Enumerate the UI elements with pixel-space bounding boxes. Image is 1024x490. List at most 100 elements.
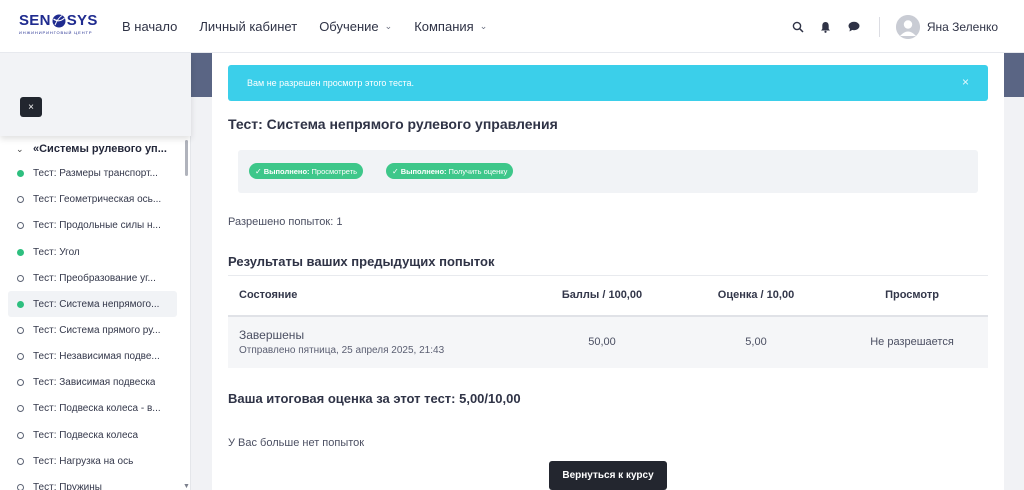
drawer-header: × (0, 53, 191, 136)
close-icon[interactable]: × (962, 75, 969, 89)
table-header-row: Состояние Баллы / 100,00 Оценка / 10,00 … (228, 275, 988, 317)
course-index-item-label: Тест: Нагрузка на ось (33, 455, 134, 467)
course-index-item[interactable]: Тест: Угол (0, 240, 185, 264)
course-index-item[interactable]: Тест: Зависимая подвеска (0, 370, 185, 394)
completion-dot-icon (17, 300, 24, 308)
course-index-item-label: Тест: Подвеска колеса - в... (33, 402, 161, 414)
close-drawer-button[interactable]: × (20, 97, 42, 117)
logo[interactable]: SEN SYS ИНЖИНИРИНГОВЫЙ ЦЕНТР (19, 13, 104, 39)
no-more-attempts: У Вас больше нет попыток (228, 437, 365, 449)
completion-label: Получить оценку (448, 166, 508, 176)
completion-dot-icon (17, 378, 24, 386)
cell-grade: 5,00 (676, 315, 836, 368)
chevron-down-icon: ⌄ (479, 21, 488, 31)
nav-cabinet-link[interactable]: Личный кабинет (199, 19, 297, 34)
cell-review: Не разрешается (836, 315, 988, 368)
course-index-item-label: Тест: Независимая подве... (33, 350, 160, 362)
alert-notification: Вам не разрешен просмотр этого теста. × (228, 65, 988, 101)
main-content: Вам не разрешен просмотр этого теста. × … (212, 53, 1004, 490)
course-index-item-active[interactable]: Тест: Система непрямого... (8, 291, 177, 317)
check-icon: ✓ (392, 166, 399, 176)
course-index-item-label: Тест: Продольные силы н... (33, 219, 161, 231)
column-header-grade: Оценка / 10,00 (676, 275, 836, 317)
completion-badge-grade: ✓ Выполнено: Получить оценку (386, 163, 514, 179)
completion-status: Выполнено: (400, 166, 447, 176)
course-index-item[interactable]: Тест: Размеры транспорт... (0, 161, 185, 185)
column-header-marks: Баллы / 100,00 (528, 275, 676, 317)
search-icon[interactable] (791, 20, 805, 34)
primary-navigation: В начало Личный кабинет Обучение ⌄ Компан… (122, 0, 509, 53)
column-header-review: Просмотр (836, 275, 988, 317)
completion-dot-icon (17, 274, 24, 282)
course-index-item-label: Тест: Подвеска колеса (33, 429, 139, 441)
nav-learning-dropdown[interactable]: Обучение ⌄ (319, 19, 392, 34)
completion-dot-icon (17, 248, 24, 256)
close-icon: × (28, 101, 34, 113)
nav-home-label: В начало (122, 19, 178, 34)
course-index-item-label: Тест: Зависимая подвеска (33, 376, 156, 388)
scroll-down-arrow-icon[interactable]: ▼ (183, 483, 190, 490)
course-index-item-label: Тест: Система прямого ру... (33, 324, 161, 336)
nav-company-dropdown[interactable]: Компания ⌄ (414, 19, 487, 34)
user-name[interactable]: Яна Зеленко (927, 20, 998, 34)
user-avatar[interactable] (895, 14, 920, 39)
course-index-item[interactable]: Тест: Подвеска колеса (0, 423, 185, 447)
course-section-title: «Системы рулевого уп... (33, 143, 167, 155)
chevron-down-icon: ⌄ (16, 143, 24, 154)
column-header-state: Состояние (228, 275, 528, 317)
nav-learning-label: Обучение (319, 19, 379, 34)
course-index-item[interactable]: Тест: Геометрическая ось... (0, 187, 185, 211)
bell-icon[interactable] (819, 20, 833, 34)
chat-icon[interactable] (847, 20, 861, 34)
course-index-item[interactable]: Тест: Система прямого ру... (0, 318, 185, 342)
results-heading: Результаты ваших предыдущих попыток (228, 254, 495, 269)
completion-dot-icon (17, 483, 24, 490)
nav-home-link[interactable]: В начало (122, 19, 177, 34)
completion-dot-icon (17, 457, 24, 465)
completion-dot-icon (17, 352, 24, 360)
course-index-item-label: Тест: Преобразование уг... (33, 272, 156, 284)
course-index-item-label: Тест: Пружины (33, 481, 102, 490)
course-index-item[interactable]: Тест: Подвеска колеса - в... (0, 396, 185, 420)
drawer-scrollbar[interactable]: ▼ (183, 136, 190, 490)
cell-marks: 50,00 (528, 315, 676, 368)
course-index-item[interactable]: Тест: Преобразование уг... (0, 266, 185, 290)
completion-dot-icon (17, 169, 24, 177)
course-index-item-label: Тест: Геометрическая ось... (33, 193, 162, 205)
completion-dot-icon (17, 431, 24, 439)
course-section-toggle[interactable]: ⌄ «Системы рулевого уп... (0, 140, 185, 158)
page-title: Тест: Система непрямого рулевого управле… (228, 116, 558, 132)
course-index-item[interactable]: Тест: Нагрузка на ось (0, 449, 185, 473)
completion-badge-view: ✓ Выполнено: Просмотреть (249, 163, 364, 179)
attempts-table: Состояние Баллы / 100,00 Оценка / 10,00 … (228, 275, 988, 368)
table-row: Завершены Отправлено пятница, 25 апреля … (228, 315, 988, 368)
scrollbar-thumb[interactable] (185, 140, 188, 176)
course-index-drawer: × ⌄ «Системы рулевого уп... Тест: Размер… (0, 53, 191, 490)
logo-text-right: SYS (66, 12, 98, 29)
user-tools: Яна Зеленко (777, 0, 998, 53)
completion-dot-icon (17, 221, 24, 229)
final-grade: Ваша итоговая оценка за этот тест: 5,00/… (228, 391, 521, 406)
course-index-list: ⌄ «Системы рулевого уп... Тест: Размеры … (0, 136, 185, 490)
chevron-down-icon: ⌄ (384, 21, 393, 31)
completion-dot-icon (17, 195, 24, 203)
attempt-submitted-date: Отправлено пятница, 25 апреля 2025, 21:4… (239, 345, 445, 356)
back-to-course-button[interactable]: Вернуться к курсу (549, 461, 667, 490)
user-avatar-icon (895, 14, 920, 39)
top-navbar: SEN SYS ИНЖИНИРИНГОВЫЙ ЦЕНТР В начало Ли… (0, 0, 1024, 53)
course-index-item[interactable]: Тест: Независимая подве... (0, 344, 185, 368)
logo-subtitle: ИНЖИНИРИНГОВЫЙ ЦЕНТР (19, 30, 93, 35)
logo-text-left: SEN (19, 12, 51, 29)
course-index-item-label: Тест: Система непрямого... (33, 298, 160, 310)
nav-company-label: Компания (414, 19, 474, 34)
course-index-item[interactable]: Тест: Продольные силы н... (0, 213, 185, 237)
course-index-item[interactable]: Тест: Пружины (0, 475, 185, 490)
check-icon: ✓ (255, 166, 262, 176)
logo-globe-icon (52, 14, 66, 28)
activity-completion-info: ✓ Выполнено: Просмотреть ✓ Выполнено: Получи… (238, 150, 978, 193)
completion-dot-icon (17, 326, 24, 334)
nav-divider (878, 16, 880, 37)
attempt-state: Завершены (239, 328, 305, 342)
completion-label: Просмотреть (311, 166, 358, 176)
course-index-item-label: Тест: Угол (33, 246, 80, 258)
